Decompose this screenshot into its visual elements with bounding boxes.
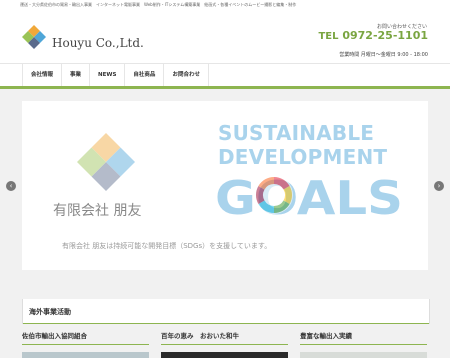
- sdgs-line-2: DEVELOPMENT: [218, 145, 388, 169]
- hero-slide[interactable]: 有限会社 朋友 SUSTAINABLE DEVELOPMENT GOALS 有限…: [22, 101, 428, 270]
- sdgs-heading: SUSTAINABLE DEVELOPMENT: [218, 121, 403, 169]
- diamond-logo-icon[interactable]: [22, 25, 46, 49]
- slide-caption: 有限会社 朋友は持続可能な開発目標（SDGs）を支援しています。: [62, 242, 272, 250]
- sdgs-wheel-icon: [255, 176, 293, 214]
- section-divider: [23, 323, 429, 324]
- slider-next-button[interactable]: ›: [434, 181, 444, 191]
- nav-item-news[interactable]: NEWS: [89, 64, 124, 86]
- feature-title[interactable]: 佐伯市輸出入協同組合: [22, 330, 149, 340]
- nav-item-business[interactable]: 事業: [61, 64, 89, 86]
- diamond-logo-icon: [77, 133, 135, 191]
- section-overseas: 海外事業活動: [22, 299, 430, 324]
- tel-number[interactable]: TEL 0972-25-1101: [318, 29, 428, 42]
- top-tagline: 運送・大分県佐伯市の貿易・輸出入事業 インターネット電販事業 Web制作・ITシ…: [20, 2, 297, 7]
- feature-divider: [161, 344, 288, 345]
- main-content: 海外事業活動 佐伯市輸出入協同組合 百年の恵み おおいた和牛 豊富な輸出入実績: [0, 283, 450, 358]
- feature-thumbnail[interactable]: [22, 352, 149, 358]
- nav-item-contact[interactable]: お問合わせ: [163, 64, 209, 86]
- feature-column[interactable]: 百年の恵み おおいた和牛: [161, 330, 288, 358]
- feature-thumbnail[interactable]: [161, 352, 288, 358]
- feature-divider: [300, 344, 427, 345]
- section-title: 海外事業活動: [29, 308, 71, 316]
- feature-title[interactable]: 百年の恵み おおいた和牛: [161, 330, 288, 340]
- feature-divider: [22, 344, 149, 345]
- nav-item-products[interactable]: 自社商品: [124, 64, 163, 86]
- feature-column[interactable]: 佐伯市輸出入協同組合: [22, 330, 149, 358]
- site-header: Houyu Co.,Ltd. お問い合わせください TEL 0972-25-11…: [0, 9, 450, 63]
- sdgs-line-1: SUSTAINABLE: [218, 121, 375, 145]
- feature-column[interactable]: 豊富な輸出入実績: [300, 330, 427, 358]
- feature-title[interactable]: 豊富な輸出入実績: [300, 330, 427, 340]
- feature-thumbnail[interactable]: [300, 352, 427, 358]
- tel-prefix: TEL: [318, 31, 339, 42]
- sdgs-goals-wordmark: GOALS: [215, 171, 403, 219]
- business-hours: 営業時間 月曜日～金曜日 9:00 - 18:00: [339, 52, 428, 58]
- main-nav: 会社情報 事業 NEWS 自社商品 お問合わせ: [0, 63, 450, 89]
- brand-name[interactable]: Houyu Co.,Ltd.: [52, 36, 144, 50]
- hero-slider: 有限会社 朋友 SUSTAINABLE DEVELOPMENT GOALS 有限…: [0, 89, 450, 283]
- slider-prev-button[interactable]: ‹: [6, 181, 16, 191]
- nav-item-company[interactable]: 会社情報: [22, 64, 61, 86]
- sdgs-goals-text: GOALS: [215, 171, 403, 219]
- tel-digits: 0972-25-1101: [342, 29, 428, 42]
- slide-company-name: 有限会社 朋友: [53, 203, 142, 219]
